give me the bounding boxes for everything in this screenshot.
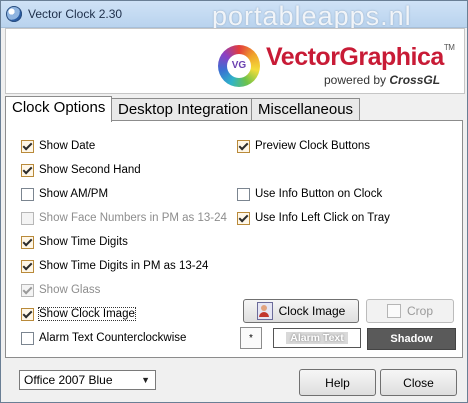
use-info-button-checkbox[interactable]: Use Info Button on Clock: [237, 186, 382, 202]
crossgl-brand: CrossGL: [389, 73, 441, 87]
alarm-text-preview[interactable]: Alarm Text: [273, 328, 361, 348]
show-ampm-checkbox[interactable]: Show AM/PM: [21, 186, 108, 202]
tab-clock-options[interactable]: Clock Options: [5, 96, 113, 122]
show-face-numbers-pm-checkbox[interactable]: Show Face Numbers in PM as 13-24: [21, 210, 227, 226]
tab-strip: Clock Options Desktop Integration Miscel…: [5, 96, 463, 122]
checkbox-label: Show Face Numbers in PM as 13-24: [39, 212, 227, 224]
checkbox-box[interactable]: [21, 187, 34, 201]
checkbox-box[interactable]: [21, 211, 34, 225]
show-clock-image-checkbox[interactable]: Show Clock Image: [21, 306, 136, 322]
checkbox-box[interactable]: [237, 139, 250, 153]
show-time-digits-checkbox[interactable]: Show Time Digits: [21, 234, 128, 250]
checkbox-label: Show Glass: [39, 284, 101, 296]
chevron-down-icon: ▼: [141, 375, 150, 385]
checkbox-box[interactable]: [21, 307, 34, 321]
shadow-preview[interactable]: Shadow: [367, 328, 456, 350]
clock-image-button[interactable]: Clock Image: [243, 299, 359, 323]
tab-miscellaneous[interactable]: Miscellaneous: [251, 98, 361, 121]
title-bar[interactable]: Vector Clock 2.30 portableapps.nl: [1, 1, 467, 31]
clock-image-label: Clock Image: [278, 304, 346, 318]
show-time-digits-pm-checkbox[interactable]: Show Time Digits in PM as 13-24: [21, 258, 208, 274]
main-window: Vector Clock 2.30 portableapps.nl VG Vec…: [0, 0, 468, 403]
checkbox-box[interactable]: [21, 235, 34, 249]
checkbox-label: Show Clock Image: [38, 307, 136, 321]
checkbox-box[interactable]: [21, 139, 34, 153]
brand-banner: VG VectorGraphicaTM powered by CrossGL: [5, 28, 465, 94]
alarm-text-sample: Alarm Text: [286, 332, 348, 344]
brand-name: VectorGraphicaTM: [266, 43, 455, 72]
clock-app-icon: [6, 6, 22, 22]
checkbox-label: Show Time Digits in PM as 13-24: [39, 260, 209, 272]
checkbox-label: Show Date: [39, 140, 96, 152]
crop-button[interactable]: Crop: [366, 299, 454, 323]
logo-initials: VG: [231, 60, 247, 71]
checkbox-label: Use Info Left Click on Tray: [255, 212, 390, 224]
theme-select[interactable]: Office 2007 Blue ▼: [19, 370, 156, 390]
checkbox-box[interactable]: [237, 211, 250, 225]
show-glass-checkbox[interactable]: Show Glass: [21, 282, 100, 298]
theme-select-value: Office 2007 Blue: [24, 373, 113, 387]
show-second-hand-checkbox[interactable]: Show Second Hand: [21, 162, 141, 178]
show-date-checkbox[interactable]: Show Date: [21, 138, 95, 154]
alarm-counterclockwise-checkbox[interactable]: Alarm Text Counterclockwise: [21, 330, 186, 346]
person-portrait-icon: [256, 302, 273, 320]
checkbox-label: Alarm Text Counterclockwise: [39, 332, 187, 344]
checkbox-box[interactable]: [21, 259, 34, 273]
tab-desktop-integration[interactable]: Desktop Integration: [111, 98, 256, 121]
checkbox-box[interactable]: [237, 187, 250, 201]
checkbox-label: Show Time Digits: [39, 236, 128, 248]
checkbox-box[interactable]: [21, 163, 34, 177]
checkbox-label: Preview Clock Buttons: [255, 140, 371, 152]
checkbox-label: Use Info Button on Clock: [255, 188, 383, 200]
checkbox-label: Show AM/PM: [39, 188, 109, 200]
window-title: Vector Clock 2.30: [28, 7, 123, 21]
brand-text: VectorGraphica: [266, 43, 444, 71]
checkbox-box[interactable]: [21, 331, 34, 345]
checkbox-label: Show Second Hand: [39, 164, 141, 176]
crop-label: Crop: [406, 304, 433, 318]
help-button[interactable]: Help: [299, 369, 376, 396]
close-button[interactable]: Close: [380, 369, 457, 396]
powered-by-line: powered by CrossGL: [324, 73, 440, 87]
alarm-font-button[interactable]: *: [240, 327, 262, 349]
powered-by-label: powered by: [324, 73, 387, 87]
use-info-left-click-checkbox[interactable]: Use Info Left Click on Tray: [237, 210, 390, 226]
trademark: TM: [443, 43, 455, 52]
preview-clock-buttons-checkbox[interactable]: Preview Clock Buttons: [237, 138, 370, 154]
crop-icon: [386, 304, 401, 318]
checkbox-box[interactable]: [21, 283, 34, 297]
